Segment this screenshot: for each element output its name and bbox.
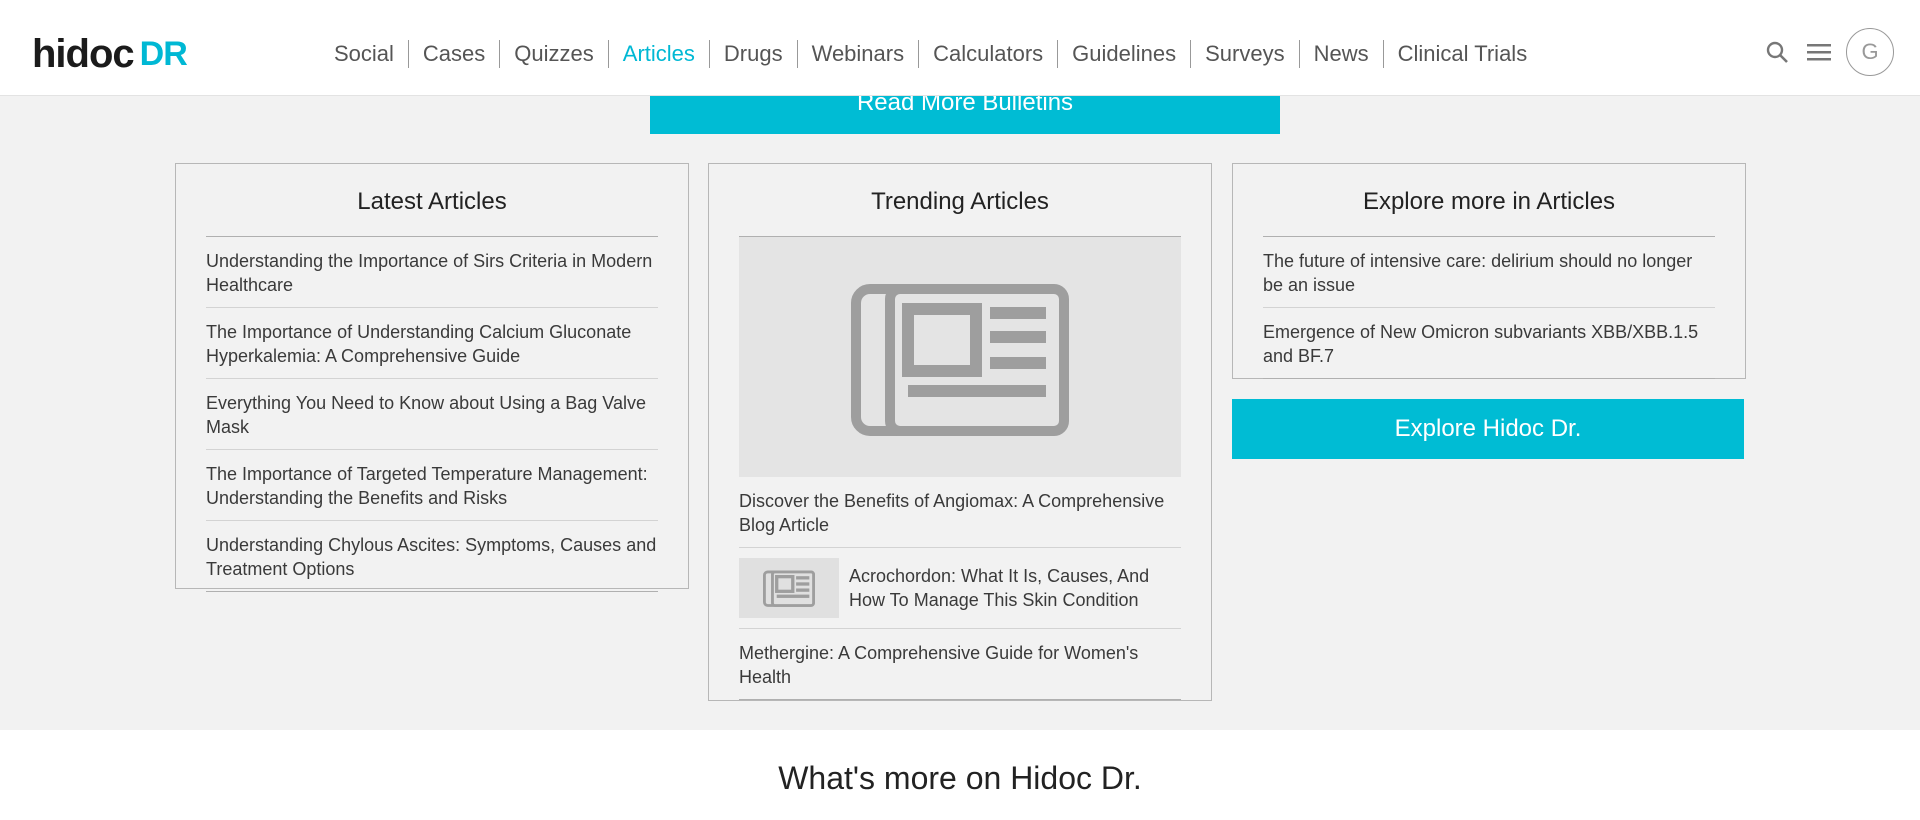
newspaper-thumb-icon	[739, 558, 839, 618]
trending-last-item[interactable]: Methergine: A Comprehensive Guide for Wo…	[739, 629, 1181, 700]
latest-article-item[interactable]: The Importance of Targeted Temperature M…	[206, 450, 658, 521]
trending-thumb-title: Acrochordon: What It Is, Causes, And How…	[849, 566, 1150, 610]
nav-item-calculators[interactable]: Calculators	[919, 40, 1057, 68]
main-nav: Social Cases Quizzes Articles Drugs Webinars C…	[320, 40, 1541, 68]
explore-article-item[interactable]: Emergence of New Omicron subvariants XBB…	[1263, 308, 1715, 379]
read-more-bulletins-label: Read More Bulletins	[856, 96, 1074, 116]
nav-item-surveys[interactable]: Surveys	[1191, 40, 1298, 68]
whats-more-title: What's more on Hidoc Dr.	[778, 760, 1142, 796]
hidoc-logo[interactable]: hidoc DR	[32, 32, 188, 76]
header-actions: G	[1762, 28, 1894, 76]
logo-main: hidoc	[32, 31, 135, 76]
nav-item-webinars[interactable]: Webinars	[798, 40, 919, 68]
explore-articles-list: The future of intensive care: delirium s…	[1263, 237, 1715, 379]
trending-articles-title: Trending Articles	[739, 164, 1181, 237]
nav-item-drugs[interactable]: Drugs	[710, 40, 797, 68]
trending-thumb-item[interactable]: Acrochordon: What It Is, Causes, And How…	[739, 548, 1181, 629]
top-header: hidoc DR Social Cases Quizzes Articles Drugs…	[0, 0, 1920, 96]
latest-articles-title: Latest Articles	[206, 164, 658, 237]
menu-icon[interactable]	[1804, 37, 1834, 67]
latest-article-item[interactable]: The Importance of Understanding Calcium …	[206, 308, 658, 379]
nav-item-cases[interactable]: Cases	[409, 40, 499, 68]
logo-accent: DR	[139, 34, 188, 73]
trending-featured-title[interactable]: Discover the Benefits of Angiomax: A Com…	[739, 477, 1181, 548]
explore-articles-title: Explore more in Articles	[1263, 164, 1715, 237]
newspaper-icon	[851, 284, 1069, 436]
trending-featured-image[interactable]	[739, 237, 1181, 477]
latest-article-item[interactable]: Everything You Need to Know about Using …	[206, 379, 658, 450]
latest-article-item[interactable]: Understanding Chylous Ascites: Symptoms,…	[206, 521, 658, 592]
nav-item-quizzes[interactable]: Quizzes	[500, 40, 607, 68]
nav-item-news[interactable]: News	[1300, 40, 1383, 68]
trending-articles-list: Discover the Benefits of Angiomax: A Com…	[739, 477, 1181, 700]
latest-article-item[interactable]: Understanding the Importance of Sirs Cri…	[206, 237, 658, 308]
explore-articles-card: Explore more in Articles The future of i…	[1232, 163, 1746, 379]
trending-articles-card: Trending Articles Discover the Benefits …	[708, 163, 1212, 701]
latest-articles-card: Latest Articles Understanding the Import…	[175, 163, 689, 592]
read-more-bulletins-button[interactable]: Read More Bulletins	[650, 96, 1280, 134]
explore-hidoc-label: Explore Hidoc Dr.	[1394, 415, 1582, 442]
explore-article-item[interactable]: The future of intensive care: delirium s…	[1263, 237, 1715, 308]
explore-hidoc-button[interactable]: Explore Hidoc Dr.	[1232, 399, 1744, 459]
nav-item-clinical-trials[interactable]: Clinical Trials	[1384, 40, 1542, 68]
nav-item-social[interactable]: Social	[320, 40, 408, 68]
latest-articles-list: Understanding the Importance of Sirs Cri…	[206, 237, 658, 592]
user-avatar[interactable]: G	[1846, 28, 1894, 76]
search-icon[interactable]	[1762, 37, 1792, 67]
nav-item-articles[interactable]: Articles	[609, 40, 709, 68]
nav-item-guidelines[interactable]: Guidelines	[1058, 40, 1190, 68]
